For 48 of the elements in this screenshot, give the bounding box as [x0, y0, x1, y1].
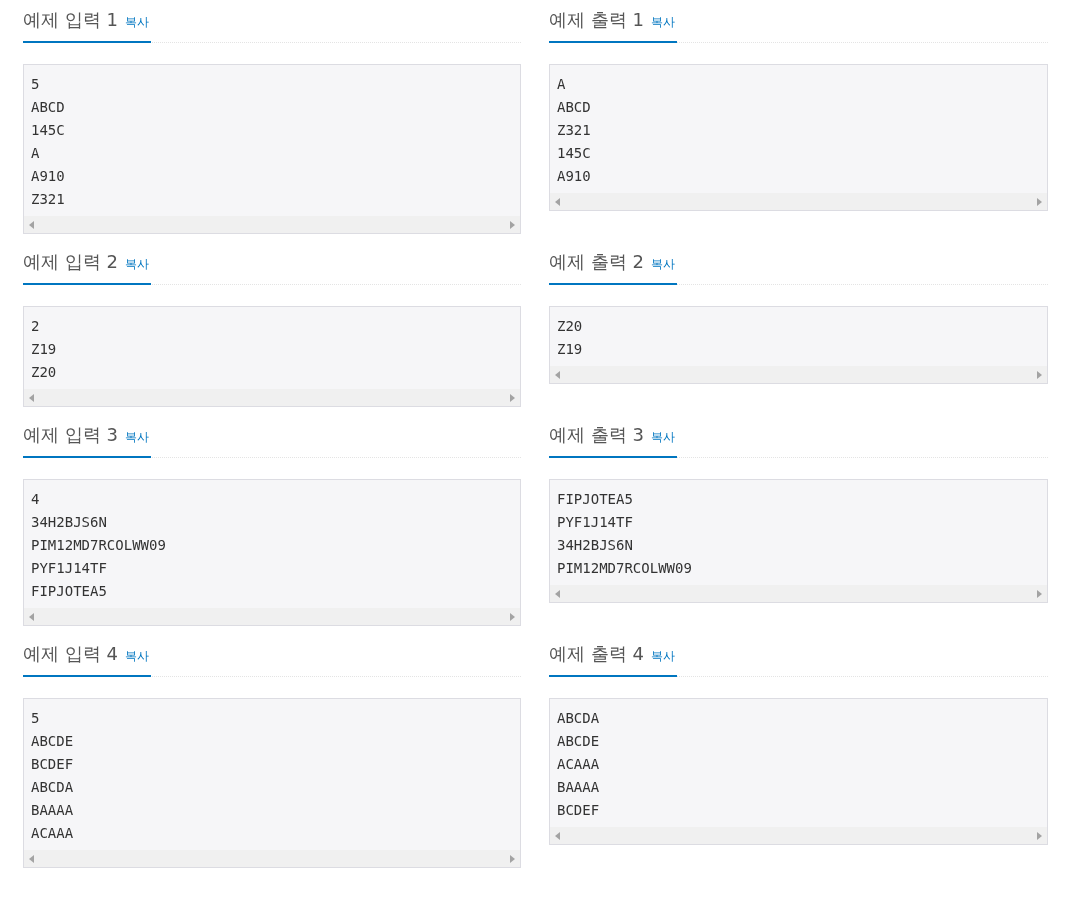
scroll-left-icon[interactable]: [555, 370, 560, 379]
copy-link[interactable]: 복사: [650, 256, 675, 273]
copy-link[interactable]: 복사: [124, 256, 149, 273]
sample-heading: 예제 출력 4: [549, 642, 644, 666]
sample-text: 4 34H2BJS6N PIM12MD7RCOLWW09 PYF1J14TF FIPJOTEA5: [30, 490, 167, 601]
scroll-left-icon[interactable]: [29, 612, 34, 621]
scroll-right-icon[interactable]: [1037, 197, 1042, 206]
scroll-right-icon[interactable]: [1037, 370, 1042, 379]
scroll-left-icon[interactable]: [555, 589, 560, 598]
scroll-left-icon[interactable]: [555, 831, 560, 840]
scroll-left-icon[interactable]: [29, 393, 34, 402]
sample-heading: 예제 출력 1: [549, 8, 644, 32]
sample-text: FIPJOTEA5 PYF1J14TF 34H2BJS6N PIM12MD7RCOLWW09: [556, 490, 693, 578]
scroll-left-icon[interactable]: [29, 854, 34, 863]
copy-link[interactable]: 복사: [650, 648, 675, 665]
sample-heading: 예제 입력 2: [23, 250, 118, 274]
copy-link[interactable]: 복사: [650, 14, 675, 31]
copy-link[interactable]: 복사: [124, 429, 149, 446]
sample-heading: 예제 출력 2: [549, 250, 644, 274]
sample-heading: 예제 입력 1: [23, 8, 118, 32]
sample-heading: 예제 출력 3: [549, 423, 644, 447]
scroll-right-icon[interactable]: [510, 220, 515, 229]
sample-text: A ABCD Z321 145C A910: [556, 75, 592, 186]
horizontal-scrollbar[interactable]: [550, 366, 1047, 383]
scroll-right-icon[interactable]: [510, 854, 515, 863]
sample-text: 5 ABCDE BCDEF ABCDA BAAAA ACAAA: [30, 709, 75, 843]
sample-text: Z20 Z19: [556, 317, 584, 359]
sample-text: 5 ABCD 145C A A910 Z321: [30, 75, 66, 209]
sample-heading: 예제 입력 3: [23, 423, 118, 447]
scroll-right-icon[interactable]: [1037, 831, 1042, 840]
scroll-right-icon[interactable]: [510, 393, 515, 402]
sample-text: 2 Z19 Z20: [30, 317, 58, 382]
copy-link[interactable]: 복사: [124, 14, 149, 31]
scroll-right-icon[interactable]: [1037, 589, 1042, 598]
scroll-right-icon[interactable]: [510, 612, 515, 621]
sample-text: ABCDA ABCDE ACAAA BAAAA BCDEF: [556, 709, 601, 820]
scroll-left-icon[interactable]: [29, 220, 34, 229]
horizontal-scrollbar[interactable]: [550, 827, 1047, 844]
horizontal-scrollbar[interactable]: [24, 389, 520, 406]
scroll-left-icon[interactable]: [555, 197, 560, 206]
copy-link[interactable]: 복사: [124, 648, 149, 665]
horizontal-scrollbar[interactable]: [550, 193, 1047, 210]
horizontal-scrollbar[interactable]: [24, 216, 520, 233]
horizontal-scrollbar[interactable]: [24, 608, 520, 625]
horizontal-scrollbar[interactable]: [550, 585, 1047, 602]
horizontal-scrollbar[interactable]: [24, 850, 520, 867]
sample-heading: 예제 입력 4: [23, 642, 118, 666]
copy-link[interactable]: 복사: [650, 429, 675, 446]
